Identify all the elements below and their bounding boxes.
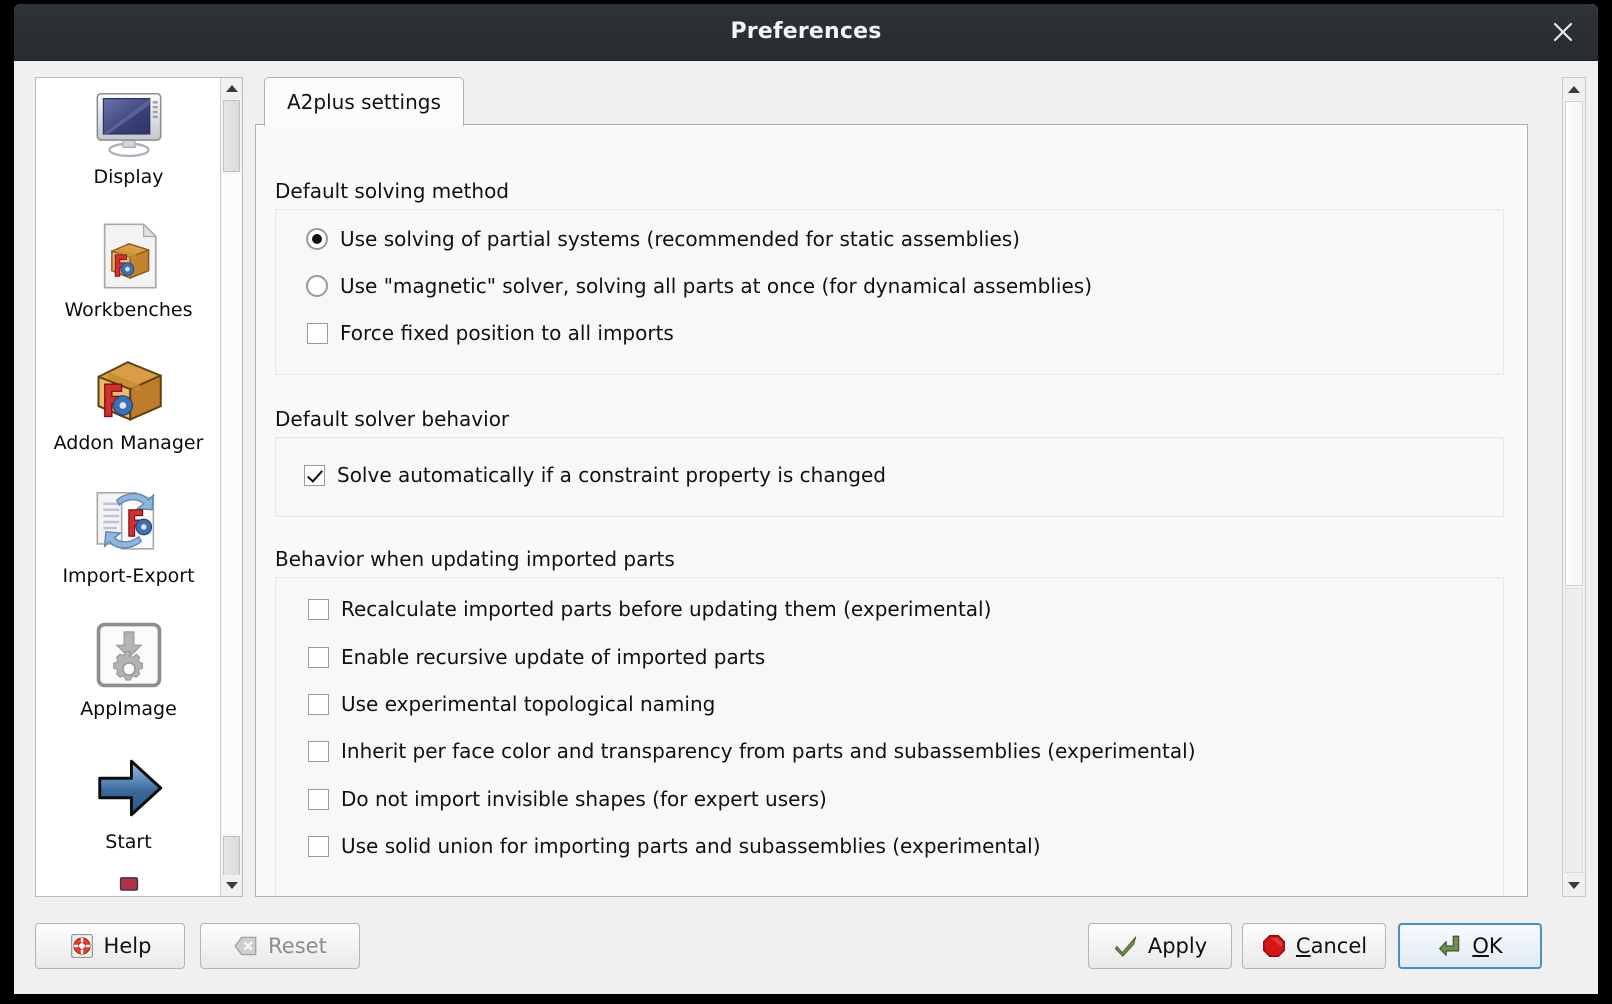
- ok-rest: K: [1488, 934, 1503, 958]
- panel-scrollbar-page-down[interactable]: [1565, 588, 1583, 873]
- reset-button[interactable]: Reset: [200, 923, 360, 969]
- sidebar-scrollbar-track[interactable]: [222, 174, 241, 834]
- reset-button-label: Reset: [268, 934, 327, 958]
- option-enable-recursive-update[interactable]: Enable recursive update of imported part…: [308, 645, 765, 669]
- option-label: Solve automatically if a constraint prop…: [337, 463, 886, 487]
- close-icon[interactable]: [1546, 16, 1580, 48]
- option-label: Use "magnetic" solver, solving all parts…: [340, 274, 1093, 298]
- tab-bar: A2plus settings: [255, 77, 1528, 126]
- sidebar-item-partial-next[interactable]: [36, 876, 221, 896]
- option-use-partial-systems[interactable]: Use solving of partial systems (recommen…: [306, 227, 1020, 251]
- option-label: Do not import invisible shapes (for expe…: [341, 787, 827, 811]
- partial-red-icon: [119, 877, 138, 891]
- option-label: Use experimental topological naming: [341, 692, 716, 716]
- sidebar-item-label: Import-Export: [62, 565, 195, 587]
- checkbox-enable-recursive-update[interactable]: [308, 646, 329, 668]
- ok-accel: O: [1472, 934, 1489, 958]
- appimage-download-gear-icon: [96, 622, 161, 688]
- sidebar-item-workbenches[interactable]: Workbenches: [36, 211, 221, 344]
- sidebar-item-appimage[interactable]: AppImage: [36, 610, 221, 743]
- sidebar-item-label: AppImage: [80, 698, 177, 720]
- sidebar-item-display[interactable]: Display: [36, 78, 221, 211]
- sidebar-item-label: Workbenches: [64, 299, 193, 321]
- addon-box-icon: [97, 361, 162, 421]
- sidebar-item-addon-manager[interactable]: Addon Manager: [36, 344, 221, 477]
- sidebar-item-import-export[interactable]: Import-Export: [36, 477, 221, 610]
- option-label: Recalculate imported parts before updati…: [341, 597, 992, 621]
- option-label: Use solid union for importing parts and …: [341, 834, 1041, 858]
- option-use-solid-union[interactable]: Use solid union for importing parts and …: [308, 834, 1041, 858]
- option-label: Use solving of partial systems (recommen…: [340, 227, 1020, 251]
- ok-button-label: OK: [1472, 934, 1502, 958]
- scroll-down-arrow-icon[interactable]: [221, 875, 242, 896]
- blue-right-arrow-icon: [97, 759, 162, 817]
- green-enter-arrow-icon: [1439, 935, 1460, 956]
- green-check-icon: [1114, 936, 1137, 957]
- checkbox-do-not-import-invisible-shapes[interactable]: [308, 788, 329, 810]
- checkbox-solve-automatically[interactable]: [304, 464, 325, 486]
- sidebar-scrollbar[interactable]: [220, 78, 242, 896]
- radio-use-partial-systems[interactable]: [306, 228, 328, 250]
- workbenches-box-document-icon: [103, 222, 157, 289]
- settings-panel: A2plus settings Default solving method U…: [255, 77, 1528, 897]
- panel-scrollbar[interactable]: [1562, 77, 1586, 897]
- monitor-icon: [96, 92, 161, 158]
- import-export-icon: [96, 491, 154, 550]
- option-label: Enable recursive update of imported part…: [341, 645, 766, 669]
- option-label: Inherit per face color and transparency …: [341, 739, 1196, 763]
- sidebar-item-start[interactable]: Start: [36, 743, 221, 876]
- preferences-category-list[interactable]: Display Workbenches Addon Manager Import…: [35, 77, 243, 897]
- scroll-up-arrow-icon[interactable]: [1563, 78, 1585, 100]
- group-behavior-updating-imported-parts: Recalculate imported parts before updati…: [275, 577, 1504, 896]
- window-title: Preferences: [730, 19, 882, 44]
- checkbox-force-fixed-position[interactable]: [307, 322, 328, 344]
- option-force-fixed-position[interactable]: Force fixed position to all imports: [307, 321, 674, 345]
- sidebar-item-label: Addon Manager: [53, 432, 204, 454]
- tab-a2plus-settings[interactable]: A2plus settings: [264, 77, 464, 126]
- group-title-default-solver-behavior: Default solver behavior: [275, 407, 510, 431]
- checkbox-inherit-per-face-color[interactable]: [308, 740, 329, 762]
- sidebar-scrollbar-thumb[interactable]: [223, 100, 240, 172]
- option-recalculate-imported-parts[interactable]: Recalculate imported parts before updati…: [308, 597, 991, 621]
- title-bar: Preferences: [14, 4, 1598, 61]
- lifebuoy-icon: [70, 934, 93, 958]
- checkbox-recalculate-imported-parts[interactable]: [308, 598, 329, 620]
- group-default-solving-method: Use solving of partial systems (recommen…: [275, 209, 1504, 375]
- checkbox-use-experimental-topological-naming[interactable]: [308, 693, 329, 715]
- option-solve-automatically[interactable]: Solve automatically if a constraint prop…: [304, 463, 886, 487]
- option-inherit-per-face-color[interactable]: Inherit per face color and transparency …: [308, 739, 1196, 763]
- apply-button-label: Apply: [1147, 934, 1208, 958]
- ok-button[interactable]: OK: [1398, 923, 1542, 969]
- backspace-icon: [234, 936, 257, 956]
- scroll-up-arrow-icon[interactable]: [221, 78, 242, 99]
- group-default-solver-behavior: Solve automatically if a constraint prop…: [275, 437, 1504, 517]
- scroll-down-arrow-icon[interactable]: [1563, 874, 1585, 896]
- dialog-body: Display Workbenches Addon Manager Import…: [14, 61, 1598, 994]
- sidebar-item-label: Start: [105, 831, 152, 853]
- sidebar-scroll-area: Display Workbenches Addon Manager Import…: [36, 78, 221, 896]
- radio-use-magnetic-solver[interactable]: [306, 275, 328, 297]
- dialog-footer: Help Reset Apply Cancel OK: [14, 902, 1598, 994]
- checkbox-use-solid-union[interactable]: [308, 835, 329, 857]
- option-use-experimental-topological-naming[interactable]: Use experimental topological naming: [308, 692, 715, 716]
- cancel-button-label: Cancel: [1296, 934, 1367, 958]
- group-title-default-solving-method: Default solving method: [275, 179, 510, 203]
- window-bottom-edge: [0, 1000, 1612, 1004]
- option-label: Force fixed position to all imports: [340, 321, 674, 345]
- help-button[interactable]: Help: [35, 923, 185, 969]
- help-button-label: Help: [103, 934, 152, 958]
- cancel-button[interactable]: Cancel: [1242, 923, 1386, 969]
- group-title-behavior-updating-imported-parts: Behavior when updating imported parts: [275, 547, 675, 571]
- tab-label: A2plus settings: [287, 90, 441, 114]
- tab-page-a2plus-settings: Default solving method Use solving of pa…: [255, 125, 1528, 897]
- panel-scrollbar-thumb[interactable]: [1565, 101, 1583, 586]
- cancel-rest: ancel: [1310, 934, 1368, 958]
- option-use-magnetic-solver[interactable]: Use "magnetic" solver, solving all parts…: [306, 274, 1092, 298]
- preferences-dialog: Preferences Display Workbenches Addon Ma…: [14, 4, 1598, 994]
- cancel-accel: C: [1295, 934, 1311, 958]
- red-stop-octagon-icon: [1262, 935, 1285, 957]
- option-do-not-import-invisible-shapes[interactable]: Do not import invisible shapes (for expe…: [308, 787, 827, 811]
- apply-button[interactable]: Apply: [1088, 923, 1232, 969]
- sidebar-item-label: Display: [93, 166, 164, 188]
